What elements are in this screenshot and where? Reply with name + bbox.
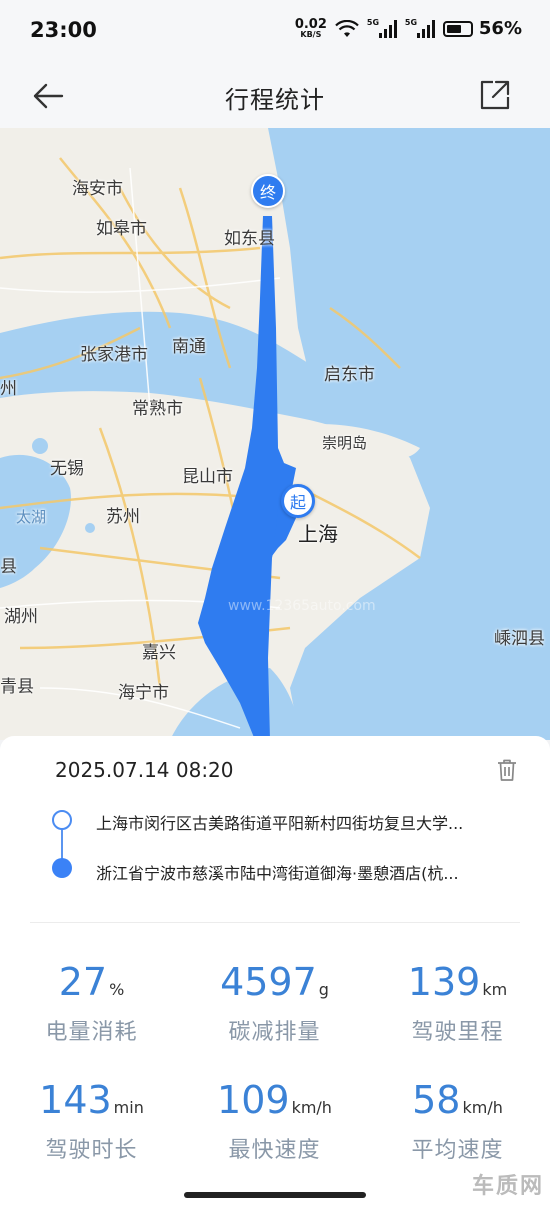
stat-distance-unit: km — [482, 980, 508, 999]
stat-energy-unit: % — [109, 980, 125, 999]
net-speed-unit: KB/S — [300, 30, 322, 39]
stat-max-speed-unit: km/h — [291, 1098, 332, 1117]
status-time: 23:00 — [30, 18, 97, 42]
start-marker[interactable]: 起 — [281, 484, 315, 518]
stat-distance-value: 139 — [407, 960, 481, 1004]
map-watermark: www.12365auto.com — [228, 598, 376, 614]
map-label-rugao: 如皋市 — [96, 219, 147, 239]
map-label-changshu: 常熟市 — [132, 399, 183, 419]
stat-avg-speed-value: 58 — [412, 1078, 461, 1122]
map-label-zhangjiagang: 张家港市 — [80, 345, 148, 365]
stat-carbon-label: 碳减排量 — [228, 1020, 321, 1045]
stat-max-speed: 109 km/h 最快速度 — [183, 1080, 366, 1164]
stat-energy-label: 电量消耗 — [45, 1020, 138, 1045]
stat-carbon: 4597 g 碳减排量 — [183, 962, 366, 1046]
map-label-qidong: 启东市 — [324, 365, 375, 385]
map-label-kunshan: 昆山市 — [182, 467, 233, 487]
stat-avg-speed-unit: km/h — [462, 1098, 503, 1117]
app-header: 行程统计 — [0, 62, 550, 128]
stat-max-speed-label: 最快速度 — [228, 1138, 321, 1163]
stat-distance-label: 驾驶里程 — [411, 1020, 504, 1045]
map-label-chongming: 崇明岛 — [322, 434, 368, 452]
map-label-jiaxing: 嘉兴 — [142, 643, 176, 663]
page-title: 行程统计 — [225, 86, 325, 114]
map-label-taihu: 太湖 — [16, 508, 47, 526]
battery-indicator: 56% — [442, 18, 522, 39]
corner-logo: 车质网 — [471, 1174, 544, 1199]
stat-max-speed-value: 109 — [217, 1078, 290, 1122]
end-marker[interactable]: 终 — [251, 174, 285, 208]
destination-dot — [52, 858, 72, 878]
map-label-haian: 海安市 — [72, 179, 123, 199]
map-label-haining: 海宁市 — [118, 683, 169, 703]
share-icon[interactable] — [478, 78, 512, 112]
stat-duration: 143 min 驾驶时长 — [0, 1080, 183, 1164]
route-map[interactable]: 海安市 如皋市 如东县 南通 张家港市 启东市 常熟市 崇明岛 无锡 昆山市 苏… — [0, 128, 550, 740]
trash-icon[interactable] — [496, 758, 518, 782]
map-label-suzhou: 苏州 — [106, 507, 140, 527]
status-icons: 0.02 KB/S 5G 5G 56% — [295, 18, 522, 40]
map-label-left-1: 州 — [0, 379, 17, 399]
map-label-huzhou: 湖州 — [4, 607, 38, 627]
stat-avg-speed-label: 平均速度 — [411, 1138, 504, 1163]
stat-carbon-value: 4597 — [220, 960, 317, 1004]
home-indicator[interactable] — [184, 1192, 366, 1198]
map-label-rudong: 如东县 — [224, 229, 275, 249]
signal-icon-sim2: 5G — [405, 18, 435, 38]
wifi-icon — [335, 19, 359, 37]
destination-address: 浙江省宁波市慈溪市陆中湾街道御海·墨憩酒店(杭... — [96, 864, 459, 883]
stat-duration-unit: min — [113, 1098, 144, 1117]
origin-address: 上海市闵行区古美路街道平阳新村四街坊复旦大学... — [96, 814, 464, 833]
trip-card: 2025.07.14 08:20 上海市闵行区古美路街道平阳新村四街坊复旦大学.… — [0, 736, 550, 1210]
map-canvas — [0, 128, 550, 740]
stat-carbon-unit: g — [318, 980, 329, 999]
map-label-left-3: 青县 — [0, 677, 34, 697]
battery-percent: 56% — [478, 18, 522, 39]
map-label-shengsi: 嵊泗县 — [494, 629, 545, 649]
stat-duration-label: 驾驶时长 — [45, 1138, 138, 1163]
stat-avg-speed: 58 km/h 平均速度 — [366, 1080, 549, 1164]
stat-duration-value: 143 — [39, 1078, 112, 1122]
battery-icon — [442, 20, 473, 37]
origin-dot — [52, 810, 72, 830]
map-label-nantong: 南通 — [172, 337, 206, 357]
map-label-wuxi: 无锡 — [50, 459, 84, 479]
map-label-shanghai: 上海 — [298, 522, 338, 546]
stat-energy-value: 27 — [58, 960, 108, 1004]
trip-date: 2025.07.14 08:20 — [55, 758, 234, 782]
map-label-left-2: 县 — [0, 557, 17, 577]
signal-icon-sim1: 5G — [367, 18, 397, 38]
net-speed: 0.02 KB/S — [295, 18, 327, 39]
stat-distance: 139 km 驾驶里程 — [366, 962, 549, 1046]
status-bar: 23:00 0.02 KB/S 5G 5G 56% — [0, 0, 550, 62]
divider — [30, 922, 520, 923]
stat-energy: 27% 电量消耗 — [0, 962, 183, 1046]
